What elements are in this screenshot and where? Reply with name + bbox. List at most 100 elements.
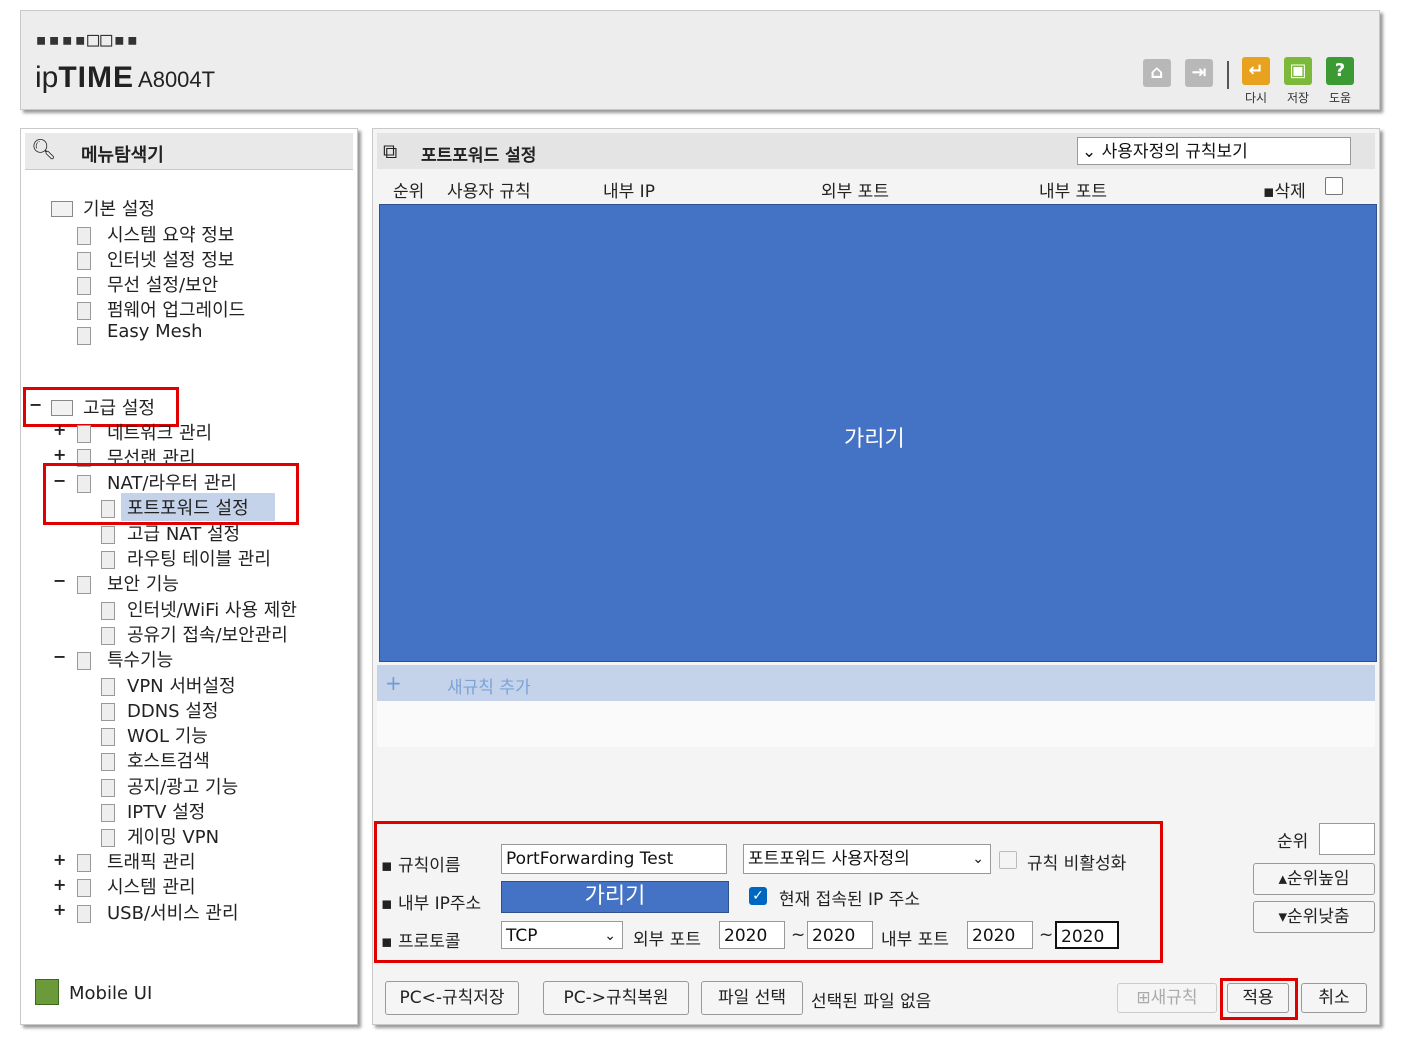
page-icon [101, 627, 115, 645]
pc-save-button[interactable]: PC<-규칙저장 [385, 981, 519, 1015]
internal-ip-mask: 가리기 [501, 881, 729, 913]
folder-icon [51, 201, 73, 217]
tree-advanced-nat[interactable]: 고급 NAT 설정 [127, 520, 240, 546]
menu-explorer: 🔍︎ 메뉴탐색기 기본 설정 시스템 요약 정보 인터넷 설정 정보 무선 설정… [20, 128, 358, 1025]
network-icon [77, 425, 91, 443]
col-internal-port: 내부 포트 [1039, 182, 1107, 202]
current-ip-checkbox[interactable]: ✓ [749, 887, 767, 905]
col-rank: 순위 [393, 182, 425, 202]
page-icon [101, 753, 115, 771]
tree-traffic[interactable]: 트래픽 관리 [107, 848, 196, 874]
lock-icon [77, 576, 91, 594]
plus-icon: + [385, 671, 402, 695]
expand-icon[interactable]: + [53, 900, 66, 919]
tree-access-security[interactable]: 공유기 접속/보안관리 [127, 621, 288, 647]
collapse-icon[interactable]: − [53, 647, 66, 666]
save-icon[interactable]: ▣ [1284, 57, 1312, 85]
tree-internet-info[interactable]: 인터넷 설정 정보 [107, 246, 234, 272]
no-file-label: 선택된 파일 없음 [811, 992, 932, 1012]
tree-host-search[interactable]: 호스트검색 [127, 747, 210, 773]
page-icon [101, 829, 115, 847]
mobile-ui-link[interactable]: Mobile UI [69, 983, 152, 1004]
refresh-label: 다시 [1244, 91, 1268, 105]
tree-vpn[interactable]: VPN 서버설정 [127, 672, 236, 698]
mobile-icon [35, 979, 59, 1005]
external-port-from-input[interactable]: 2020 [719, 921, 785, 949]
tree-easy-mesh[interactable]: Easy Mesh [107, 321, 203, 342]
page-icon [101, 500, 115, 518]
add-rule-row[interactable]: + 새규칙 추가 [377, 665, 1375, 701]
expand-icon[interactable]: + [53, 850, 66, 869]
special-icon [77, 652, 91, 670]
page-icon [101, 602, 115, 620]
cancel-button[interactable]: 취소 [1301, 983, 1367, 1013]
tree-security[interactable]: 보안 기능 [107, 570, 179, 596]
tree-wireless-security[interactable]: 무선 설정/보안 [107, 271, 218, 297]
expand-icon[interactable]: + [53, 875, 66, 894]
tree-routing-table[interactable]: 라우팅 테이블 관리 [127, 545, 271, 571]
delete-all-checkbox[interactable] [1325, 177, 1343, 195]
help-icon[interactable]: ? [1326, 57, 1354, 85]
pc-restore-button[interactable]: PC->규칙복원 [543, 981, 689, 1015]
tree-usb-service[interactable]: USB/서비스 관리 [107, 899, 239, 925]
expand-icon[interactable]: + [53, 445, 66, 464]
tree-advanced-settings[interactable]: 고급 설정 [83, 394, 155, 420]
tree-port-forward-selected[interactable]: 포트포워드 설정 [121, 493, 275, 521]
refresh-icon[interactable]: ↵ [1242, 57, 1270, 85]
tree-ddns[interactable]: DDNS 설정 [127, 697, 218, 723]
tree-internet-limit[interactable]: 인터넷/WiFi 사용 제한 [127, 596, 297, 622]
collapse-icon[interactable]: − [53, 571, 66, 590]
internal-ip-label: ▪ 내부 IP주소 [381, 894, 482, 914]
rule-list-mask: 가리기 [379, 204, 1377, 662]
chevron-down-icon: ⌄ [1082, 142, 1102, 162]
port-forward-panel: ⧉ 포트포워드 설정 ⌄ 사용자정의 규칙보기 순위 사용자 규칙 내부 IP … [372, 128, 1380, 1025]
tree-gaming-vpn[interactable]: 게이밍 VPN [127, 823, 219, 849]
panel-icon: ⧉ [383, 139, 398, 163]
col-delete: ▪삭제 [1263, 182, 1306, 202]
upgrade-icon [77, 302, 91, 320]
search-icon: 🔍︎ [31, 137, 57, 161]
protocol-label: ▪ 프로토콜 [381, 932, 461, 952]
chevron-down-icon: ⌄ [972, 851, 984, 867]
internal-port-to-input[interactable]: 2020 [1055, 921, 1119, 949]
file-select-button[interactable]: 파일 선택 [701, 981, 803, 1015]
collapse-icon[interactable]: − [53, 471, 66, 490]
rule-name-input[interactable]: PortForwarding Test [501, 844, 727, 874]
rank-down-button[interactable]: ▾순위낮춤 [1253, 901, 1375, 933]
chart-icon [77, 227, 91, 245]
tree-system-manage[interactable]: 시스템 관리 [107, 873, 196, 899]
tree-nat-router[interactable]: NAT/라우터 관리 [107, 469, 237, 495]
rule-type-select[interactable]: 포트포워드 사용자정의 ⌄ [743, 844, 991, 874]
rule-name-label: ▪ 규칙이름 [381, 856, 461, 876]
new-rule-button[interactable]: ⊞새규칙 [1117, 983, 1217, 1013]
collapse-icon[interactable]: − [29, 395, 42, 414]
logout-icon[interactable]: ⇥ [1185, 59, 1213, 87]
tree-iptv[interactable]: IPTV 설정 [127, 798, 205, 824]
menu-explorer-title: 메뉴탐색기 [81, 145, 164, 166]
external-port-to-input[interactable]: 2020 [807, 921, 873, 949]
apply-button[interactable]: 적용 [1227, 983, 1289, 1013]
rule-view-select[interactable]: ⌄ 사용자정의 규칙보기 [1077, 137, 1351, 165]
help-label: 도움 [1328, 91, 1352, 105]
page-icon [101, 703, 115, 721]
tree-firmware-upgrade[interactable]: 펌웨어 업그레이드 [107, 296, 245, 322]
protocol-select[interactable]: TCP ⌄ [501, 921, 623, 949]
tree-system-summary[interactable]: 시스템 요약 정보 [107, 221, 234, 247]
disable-rule-checkbox[interactable] [999, 851, 1017, 869]
page-icon [101, 678, 115, 696]
tree-wol[interactable]: WOL 기능 [127, 722, 208, 748]
rank-up-button[interactable]: ▴순위높임 [1253, 863, 1375, 895]
home-icon[interactable]: ⌂ [1143, 59, 1171, 87]
rank-input[interactable] [1319, 823, 1375, 855]
external-port-label: 외부 포트 [633, 930, 701, 950]
tree-network[interactable]: 네트워크 관리 [107, 419, 212, 445]
tree-basic-settings[interactable]: 기본 설정 [83, 195, 155, 221]
expand-icon[interactable]: + [53, 420, 66, 439]
current-ip-label: 현재 접속된 IP 주소 [779, 890, 920, 910]
page-icon [101, 551, 115, 569]
rank-label: 순위 [1277, 832, 1309, 852]
tree-special[interactable]: 특수기능 [107, 646, 173, 672]
dot-logo: ▪▪▪▪□□▪▪ [35, 27, 140, 51]
internal-port-from-input[interactable]: 2020 [967, 921, 1033, 949]
tree-notice-ad[interactable]: 공지/광고 기능 [127, 773, 238, 799]
